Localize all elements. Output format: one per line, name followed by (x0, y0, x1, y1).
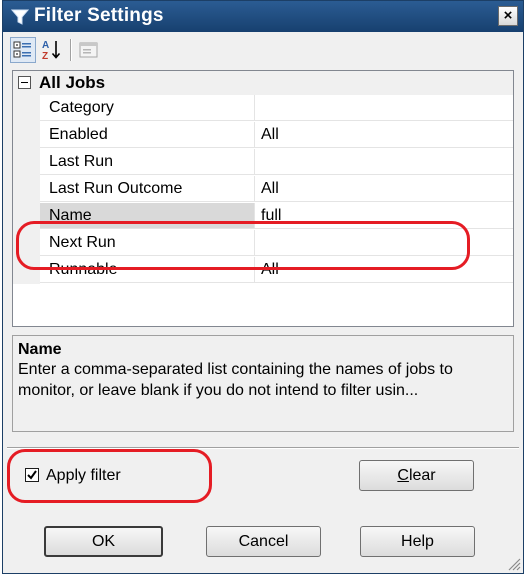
property-value[interactable]: All (255, 176, 513, 202)
help-button[interactable]: Help (360, 526, 475, 557)
categorized-view-button[interactable] (10, 37, 36, 63)
property-grid: All Jobs Category Enabled All Last Run L… (12, 70, 514, 327)
alphabetical-sort-icon: A Z (39, 40, 65, 67)
property-name: Next Run (40, 230, 255, 256)
property-row-category[interactable]: Category (13, 95, 513, 122)
resize-grip-icon[interactable] (505, 555, 521, 571)
divider (7, 447, 519, 449)
name-value-input[interactable]: full (255, 203, 513, 229)
property-row-next-run[interactable]: Next Run (13, 230, 513, 257)
property-name: Last Run Outcome (40, 176, 255, 202)
property-value[interactable]: All (255, 122, 513, 148)
description-title: Name (18, 341, 62, 358)
clear-button[interactable]: Clear (359, 460, 474, 491)
property-value[interactable] (255, 230, 513, 256)
checkmark-icon (27, 470, 37, 480)
title-bar[interactable]: Filter Settings × (3, 1, 523, 32)
property-pages-button[interactable] (76, 37, 102, 63)
property-row-last-run-outcome[interactable]: Last Run Outcome All (13, 176, 513, 203)
cancel-button-label: Cancel (238, 533, 289, 550)
description-text: Enter a comma-separated list containing … (18, 361, 453, 399)
description-panel: Name Enter a comma-separated list contai… (12, 335, 514, 432)
category-label: All Jobs (39, 73, 106, 92)
property-name: Category (40, 95, 255, 121)
property-value[interactable]: All (255, 257, 513, 283)
property-value[interactable] (255, 95, 513, 121)
row-gutter (13, 257, 40, 284)
property-row-name[interactable]: Name full (13, 203, 513, 230)
close-button[interactable]: × (498, 6, 518, 26)
close-icon: × (503, 7, 513, 24)
svg-text:A: A (42, 40, 49, 51)
svg-text:Z: Z (42, 51, 48, 62)
property-name: Name (40, 203, 255, 229)
apply-filter-checkbox[interactable]: Apply filter (25, 464, 225, 488)
filter-settings-dialog: Filter Settings × A Z All Jobs Category … (2, 0, 524, 574)
alphabetical-sort-button[interactable]: A Z (39, 37, 65, 63)
filter-funnel-icon (10, 8, 30, 26)
row-gutter (13, 122, 40, 149)
row-gutter (13, 176, 40, 203)
property-name: Runnable (40, 257, 255, 283)
row-gutter (13, 149, 40, 176)
property-row-enabled[interactable]: Enabled All (13, 122, 513, 149)
row-gutter (13, 95, 40, 122)
property-grid-toolbar: A Z (10, 37, 210, 65)
window-title: Filter Settings (34, 5, 164, 26)
property-row-last-run[interactable]: Last Run (13, 149, 513, 176)
help-button-label: Help (401, 533, 434, 550)
toolbar-separator (70, 39, 72, 61)
checkbox-box[interactable] (25, 468, 39, 482)
ok-button[interactable]: OK (44, 526, 163, 557)
cancel-button[interactable]: Cancel (206, 526, 321, 557)
row-gutter (13, 203, 40, 230)
property-pages-icon (76, 42, 102, 67)
property-value[interactable] (255, 149, 513, 175)
clear-button-label: Clear (397, 467, 436, 484)
row-gutter (13, 230, 40, 257)
ok-button-label: OK (91, 533, 116, 550)
property-name: Enabled (40, 122, 255, 148)
property-rows: Category Enabled All Last Run Last Run O… (13, 95, 513, 284)
property-name: Last Run (40, 149, 255, 175)
collapse-icon[interactable] (18, 76, 31, 89)
apply-filter-label[interactable]: Apply filter (46, 464, 121, 488)
categorized-view-icon (11, 41, 35, 66)
category-row-all-jobs[interactable]: All Jobs (13, 71, 513, 95)
property-row-runnable[interactable]: Runnable All (13, 257, 513, 284)
